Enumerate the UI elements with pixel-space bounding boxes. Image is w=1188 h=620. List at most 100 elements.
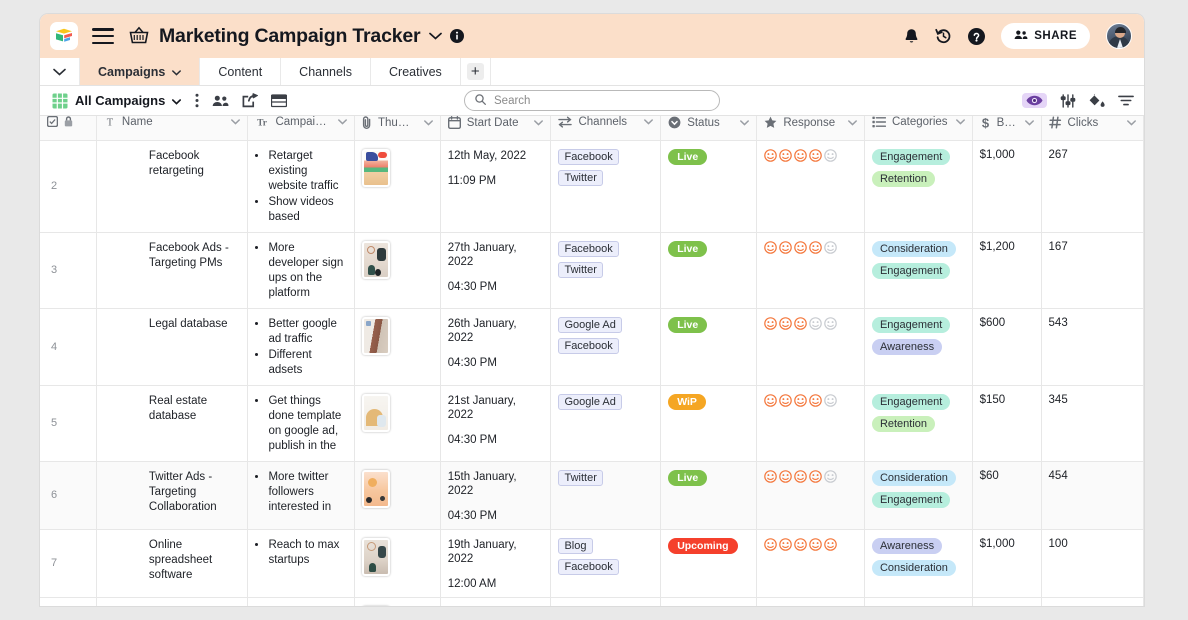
response-face-icon[interactable]	[764, 605, 777, 607]
channel-chip[interactable]: Twitter	[558, 261, 603, 278]
cell-channels[interactable]: Google Ad Facebook	[550, 308, 662, 386]
bell-icon[interactable]	[904, 28, 919, 45]
response-face-icon[interactable]	[764, 240, 778, 254]
cell-response[interactable]	[756, 140, 865, 233]
cell-categories[interactable]: Consideration Engagement	[864, 232, 973, 309]
cell-clicks[interactable]: 454	[1041, 461, 1144, 530]
response-face-icon[interactable]	[809, 605, 822, 607]
cell-thumbnail[interactable]	[354, 529, 441, 598]
airtable-logo-icon[interactable]	[50, 22, 78, 50]
cell-budget[interactable]: $150	[972, 385, 1042, 462]
column-header-channels[interactable]: Channels	[550, 116, 662, 141]
column-header-name[interactable]: T Name	[96, 116, 249, 141]
tab-channels[interactable]: Channels	[281, 58, 371, 85]
channel-chip[interactable]: Facebook	[558, 605, 619, 606]
cell-clicks[interactable]: 543	[1041, 308, 1144, 386]
channel-chip[interactable]: Twitter	[558, 469, 603, 486]
response-face-icon[interactable]	[809, 316, 823, 330]
thumbnail-image[interactable]	[362, 393, 391, 432]
cell-campaign-goals[interactable]: New voice for the brand, have strong eng…	[247, 597, 356, 606]
cell-budget[interactable]: $60	[972, 461, 1042, 530]
response-face-icon[interactable]	[764, 393, 778, 407]
thumbnail-image[interactable]	[362, 316, 391, 355]
chevron-down-icon[interactable]	[955, 119, 965, 125]
response-face-icon[interactable]	[809, 537, 823, 551]
response-face-icon[interactable]	[794, 240, 808, 254]
response-face-icon[interactable]	[809, 469, 823, 483]
cell-thumbnail[interactable]	[354, 385, 441, 462]
channel-chip[interactable]: Google Ad	[558, 393, 622, 410]
response-face-icon[interactable]	[764, 537, 778, 551]
category-tag[interactable]: Consideration	[871, 469, 956, 486]
row-number-cell[interactable]: 5	[40, 385, 97, 462]
channel-chip[interactable]: Facebook	[558, 148, 619, 165]
response-face-icon[interactable]	[824, 240, 838, 254]
response-rating[interactable]	[764, 605, 857, 607]
category-tag[interactable]: Consideration	[871, 240, 956, 257]
category-tag[interactable]: Consideration	[871, 559, 956, 576]
cell-clicks[interactable]: 267	[1041, 140, 1144, 233]
row-height-icon[interactable]	[271, 93, 288, 108]
row-number-cell[interactable]: 4	[40, 308, 97, 386]
response-face-icon[interactable]	[779, 316, 793, 330]
cell-channels[interactable]: Google Ad	[550, 385, 662, 462]
channel-chip[interactable]: Facebook	[558, 558, 619, 575]
row-number-cell[interactable]: 7	[40, 529, 97, 598]
category-tag[interactable]: Retention	[871, 170, 936, 187]
tab-content[interactable]: Content	[200, 58, 282, 85]
chevron-down-icon[interactable]	[172, 65, 182, 79]
filter-sliders-icon[interactable]	[1060, 93, 1076, 108]
history-icon[interactable]	[935, 28, 952, 44]
column-header-response[interactable]: Response	[756, 116, 865, 141]
channel-chip[interactable]: Google Ad	[558, 316, 622, 333]
chevron-down-icon[interactable]	[231, 119, 241, 125]
chevron-down-icon[interactable]	[1127, 119, 1136, 126]
tab-campaigns[interactable]: Campaigns	[80, 58, 201, 85]
response-face-icon[interactable]	[779, 605, 792, 607]
cell-categories[interactable]: Engagement Retention	[864, 385, 973, 462]
cell-name[interactable]: Facebook Ads - Targeting PMs	[96, 232, 249, 309]
cell-campaign-goals[interactable]: More developer sign ups on the platform	[247, 232, 356, 309]
cell-name[interactable]: Facebook rebranding for teams	[96, 597, 249, 606]
cell-response[interactable]	[756, 529, 865, 598]
response-rating[interactable]	[764, 316, 857, 330]
response-face-icon[interactable]	[764, 469, 778, 483]
channel-chip[interactable]: Blog	[558, 537, 593, 554]
hide-fields-button[interactable]	[1022, 93, 1047, 108]
group-sort-icon[interactable]	[1118, 95, 1134, 106]
chevron-down-icon[interactable]	[172, 92, 182, 110]
cell-clicks[interactable]: 167	[1041, 232, 1144, 309]
cell-categories[interactable]: Engagement Awareness	[864, 308, 973, 386]
row-number-cell[interactable]: 6	[40, 461, 97, 530]
response-face-icon[interactable]	[779, 469, 793, 483]
table-row[interactable]: 6 Twitter Ads - Targeting Collaboration Mo…	[40, 461, 1144, 530]
chevron-down-icon[interactable]	[1024, 120, 1034, 126]
response-face-icon[interactable]	[764, 316, 778, 330]
share-arrow-icon[interactable]	[242, 93, 259, 108]
table-row[interactable]: 3 Facebook Ads - Targeting PMs More develo…	[40, 232, 1144, 309]
cell-status[interactable]: Live	[660, 461, 758, 530]
channel-chip[interactable]: Facebook	[558, 337, 619, 354]
cell-budget[interactable]: $2,000	[972, 597, 1042, 606]
row-number-cell[interactable]: 3	[40, 232, 97, 309]
category-tag[interactable]: Engagement	[871, 316, 951, 333]
channel-chip[interactable]: Facebook	[558, 240, 619, 257]
response-face-icon[interactable]	[824, 537, 838, 551]
cell-budget[interactable]: $600	[972, 308, 1042, 386]
thumbnail-image[interactable]	[362, 240, 391, 279]
response-rating[interactable]	[764, 148, 857, 162]
response-face-icon[interactable]	[794, 605, 807, 607]
category-tag[interactable]: Engagement	[871, 148, 951, 165]
cell-thumbnail[interactable]	[354, 308, 441, 386]
response-face-icon[interactable]	[764, 148, 778, 162]
cell-budget[interactable]: $1,200	[972, 232, 1042, 309]
chevron-down-icon[interactable]	[644, 119, 654, 125]
response-face-icon[interactable]	[794, 393, 808, 407]
cell-start-date[interactable]: 15th January, 2022 04:30 PM	[440, 461, 552, 530]
response-rating[interactable]	[764, 537, 857, 551]
cell-status[interactable]: Live	[660, 140, 758, 233]
chevron-down-icon[interactable]	[847, 119, 857, 126]
more-vertical-icon[interactable]	[195, 93, 199, 108]
search-input[interactable]	[492, 93, 709, 108]
column-header-select[interactable]	[40, 115, 97, 141]
